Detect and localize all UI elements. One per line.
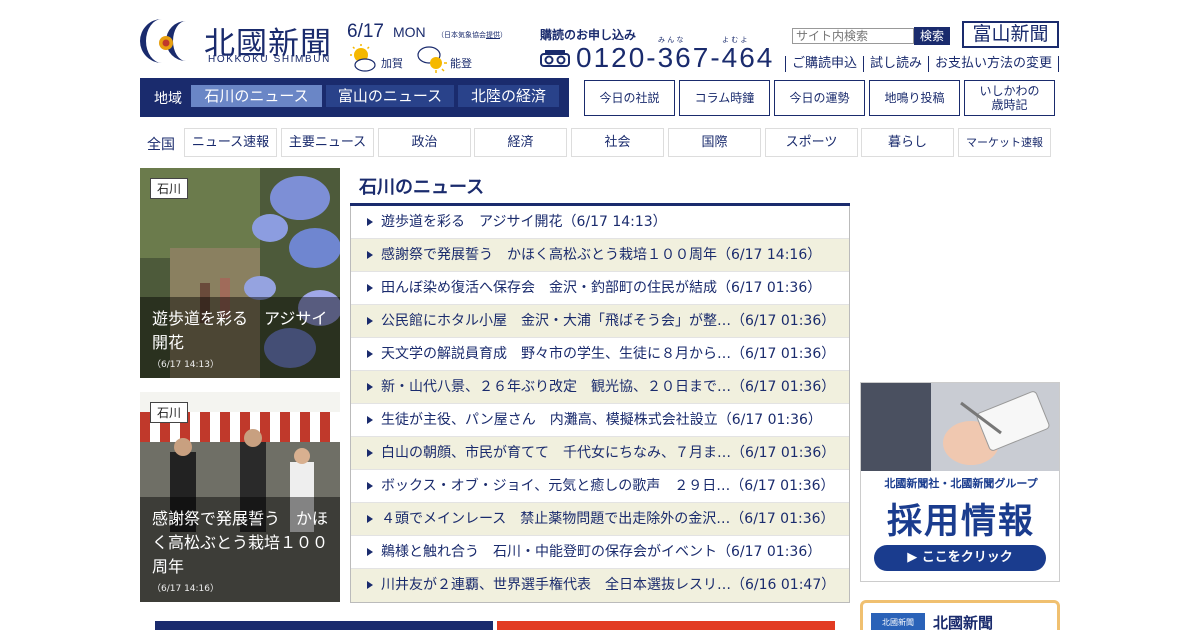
region-nav: 地域 石川のニュース 富山のニュース 北陸の経済 (140, 78, 569, 117)
news-item[interactable]: 生徒が主役、パン屋さん 内灘高、模擬株式会社設立（6/17 01:36） (351, 404, 849, 437)
column-seasonal-button[interactable]: いしかわの 歳時記 (964, 80, 1055, 116)
weather-credit: （日本気象協会提供） (437, 31, 507, 39)
sun-cloud-icon (350, 44, 376, 72)
arrow-right-icon (367, 251, 373, 259)
column-jisho-button[interactable]: コラム時鐘 (679, 80, 770, 116)
bottom-banner-left[interactable] (155, 621, 493, 630)
news-item[interactable]: ４頭でメインレース 禁止薬物問題で出走除外の金沢…（6/17 01:36） (351, 503, 849, 536)
category-international[interactable]: 国際 (668, 128, 761, 157)
utility-links: ご購読申込 試し読み お支払い方法の変更 (785, 56, 1060, 74)
arrow-right-icon (367, 482, 373, 490)
column-fortune-button[interactable]: 今日の運勢 (774, 80, 865, 116)
logo-subtitle: HOKKOKU SHIMBUN (208, 54, 331, 65)
arrow-right-icon (367, 383, 373, 391)
search-button[interactable]: 検索 (914, 27, 950, 45)
news-item[interactable]: 川井友が２連覇、世界選手権代表 全日本選抜レスリ…（6/16 01:47） (351, 569, 849, 602)
column-editorial-button[interactable]: 今日の社説 (584, 80, 675, 116)
arrow-right-icon (367, 416, 373, 424)
free-dial-icon (540, 50, 570, 67)
weather-credit-link[interactable]: 提供 (486, 31, 500, 39)
news-section-title: 石川のニュース (359, 177, 485, 198)
news-item[interactable]: 新・山代八景、２６年ぶり改定 観光協、２０日まで…（6/17 01:36） (351, 371, 849, 404)
phone-number[interactable]: 0120-367-464 (576, 42, 774, 74)
arrow-right-icon (367, 581, 373, 589)
photo-time: （6/17 14:16） (152, 584, 220, 594)
news-item[interactable]: 公民館にホタル小屋 金沢・大浦「飛ばそう会」が整…（6/17 01:36） (351, 305, 849, 338)
logo-mark-icon (140, 19, 186, 63)
tab-ishikawa-news[interactable]: 石川のニュース (191, 85, 322, 107)
arrow-right-icon (367, 218, 373, 226)
category-society[interactable]: 社会 (571, 128, 664, 157)
region-tag: 石川 (150, 402, 189, 423)
category-breaking[interactable]: ニュース速報 (184, 128, 277, 157)
arrow-right-icon (367, 449, 373, 457)
photo-title[interactable]: 遊歩道を彩る アジサイ開花 (152, 307, 330, 355)
recruit-banner-subtitle: 北國新聞社・北國新聞グループ (884, 477, 1038, 490)
category-lifestyle[interactable]: 暮らし (861, 128, 954, 157)
category-national[interactable]: 全国 (147, 134, 175, 154)
date-display: 6/17 (347, 21, 384, 42)
cloud-sun-icon (417, 46, 447, 73)
news-item[interactable]: 白山の朝顔、市民が育てて 千代女にちなみ、７月ま…（6/17 01:36） (351, 437, 849, 470)
photo-time: （6/17 14:13） (152, 360, 220, 370)
recruit-click-button[interactable]: ▶ ここをクリック (874, 545, 1046, 571)
news-item[interactable]: 遊歩道を彩る アジサイ開花（6/17 14:13） (351, 206, 849, 239)
promo-logo-block: 北國新聞 (871, 613, 925, 630)
util-link-payment[interactable]: お支払い方法の変更 (928, 56, 1060, 72)
news-item[interactable]: 感謝祭で発展誓う かほく高松ぶとう栽培１００周年（6/17 14:16） (351, 239, 849, 272)
news-item[interactable]: 田んぼ染め復活へ保存会 金沢・釣部町の住民が結成（6/17 01:36） (351, 272, 849, 305)
tab-hokuriku-economy[interactable]: 北陸の経済 (458, 85, 559, 107)
column-readers-post-button[interactable]: 地鳴り投稿 (869, 80, 960, 116)
toyama-shimbun-link[interactable]: 富山新聞 (962, 21, 1059, 48)
arrow-right-icon (367, 317, 373, 325)
weekday-display: MON (393, 24, 426, 40)
util-link-subscribe[interactable]: ご購読申込 (785, 56, 863, 72)
util-link-trial[interactable]: 試し読み (863, 56, 928, 72)
arrow-right-icon (367, 350, 373, 358)
tab-toyama-news[interactable]: 富山のニュース (326, 85, 454, 107)
recruit-banner-title: 採用情報 (886, 502, 1035, 542)
arrow-right-icon (367, 548, 373, 556)
category-main[interactable]: 主要ニュース (281, 128, 374, 157)
category-politics[interactable]: 政治 (378, 128, 471, 157)
category-sports[interactable]: スポーツ (765, 128, 858, 157)
arrow-right-icon (367, 284, 373, 292)
news-list: 遊歩道を彩る アジサイ開花（6/17 14:13） 感謝祭で発展誓う かほく高松… (350, 206, 850, 603)
promo-box[interactable]: 北國新聞 北國新聞 (860, 600, 1060, 630)
news-item[interactable]: 鵜様と触れ合う 石川・中能登町の保存会がイベント（6/17 01:36） (351, 536, 849, 569)
region-nav-label: 地域 (154, 91, 182, 107)
arrow-right-icon (367, 515, 373, 523)
bottom-banner-right[interactable] (497, 621, 835, 630)
promo-name: 北國新聞 (933, 614, 994, 630)
photo-title[interactable]: 感謝祭で発展誓う かほく高松ぶとう栽培１００周年 (152, 507, 330, 579)
photo-card-hydrangea[interactable]: 石川 遊歩道を彩る アジサイ開花 （6/17 14:13） (140, 168, 340, 378)
site-logo[interactable]: 北國新聞 HOKKOKU SHIMBUN (140, 16, 340, 66)
region-tag: 石川 (150, 178, 189, 199)
category-market[interactable]: マーケット速報 (958, 128, 1051, 157)
news-item[interactable]: ボックス・オブ・ジョイ、元気と癒しの歌声 ２９日…（6/17 01:36） (351, 470, 849, 503)
recruit-banner[interactable]: 北國新聞社・北國新聞グループ 採用情報 ▶ ここをクリック (860, 382, 1060, 582)
subscribe-title: 購読のお申し込み (540, 28, 637, 42)
weather-area-label: 加賀 (381, 57, 403, 70)
photo-caption: 感謝祭で発展誓う かほく高松ぶとう栽培１００周年 （6/17 14:16） (140, 497, 340, 602)
weather-area-label: 能登 (450, 57, 472, 70)
news-item[interactable]: 天文学の解説員育成 野々市の学生、生徒に８月から…（6/17 01:36） (351, 338, 849, 371)
photo-caption: 遊歩道を彩る アジサイ開花 （6/17 14:13） (140, 297, 340, 378)
photo-card-ceremony[interactable]: 石川 感謝祭で発展誓う かほく高松ぶとう栽培１００周年 （6/17 14:16） (140, 392, 340, 602)
site-search-input[interactable] (792, 28, 914, 44)
category-economy[interactable]: 経済 (474, 128, 567, 157)
